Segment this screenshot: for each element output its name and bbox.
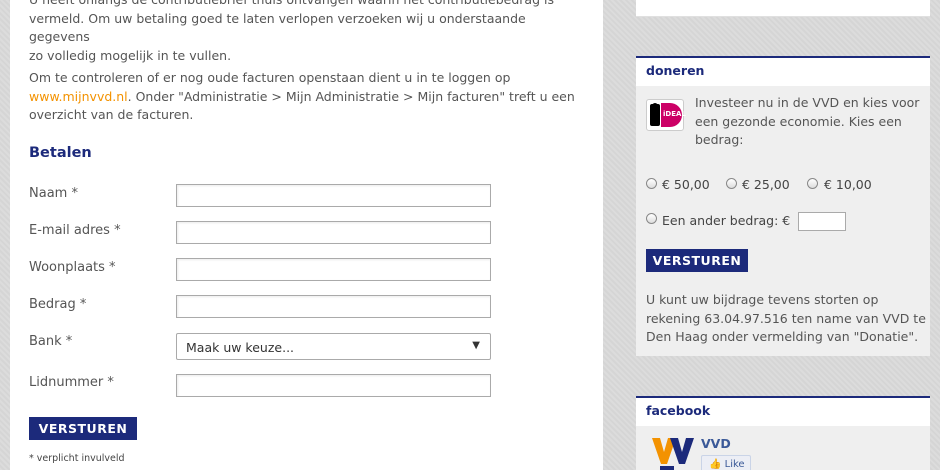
amount-label: Bedrag * [29,297,87,312]
donation-note-line: Den Haag onder vermelding van "Donatie". [646,329,919,344]
chevron-down-icon: ▼ [472,340,480,351]
intro-line: U heeft onlangs de contributiebrief thui… [29,0,589,10]
radio-25-label: € 25,00 [742,177,790,192]
name-label: Naam * [29,186,78,201]
sidebar-top-box [636,0,930,17]
form-title: Betalen [29,145,92,161]
facebook-like-button[interactable]: 👍 Like [701,455,751,470]
email-label: E-mail adres * [29,223,121,238]
ideal-dot [652,103,658,109]
donation-note-line: rekening 63.04.97.516 ten name van VVD t… [646,310,926,326]
donation-note-line: U kunt uw bijdrage tevens storten op [646,292,879,307]
intro-text: . Onder "Administratie > Mijn Administra… [127,88,575,104]
doneren-title: doneren [636,56,930,86]
doneren-text-line: Investeer nu in de VVD en kies voor [695,95,920,110]
doneren-box: doneren iDEAL Investeer nu in de VVD en … [636,56,930,356]
member-number-label: Lidnummer * [29,375,114,390]
radio-other-label: Een ander bedrag: € [662,213,791,228]
main-content: U heeft onlangs de contributiebrief thui… [10,0,603,470]
donation-note: U kunt uw bijdrage tevens storten op rek… [646,291,926,347]
intro-line: Om te controleren of er nog oude facture… [29,70,511,85]
like-label: Like [724,459,745,470]
donate-submit-button[interactable]: VERSTUREN [646,249,748,272]
ideal-logo: iDEAL [646,99,686,131]
facebook-page-name[interactable]: VVD [701,436,731,451]
doneren-text-line: een gezonde economie. Kies een [695,113,902,129]
submit-button[interactable]: VERSTUREN [29,417,137,440]
doneren-text-line: bedrag: [695,132,744,147]
required-footnote: * verplicht invulveld [29,453,125,464]
radio-50[interactable] [646,178,657,189]
bank-label: Bank * [29,334,73,349]
intro-paragraph: U heeft onlangs de contributiebrief thui… [29,0,589,65]
member-number-input[interactable] [176,374,491,397]
email-input[interactable] [176,221,491,244]
intro-line: overzicht van de facturen. [29,107,194,122]
doneren-text: Investeer nu in de VVD en kies voor een … [695,94,925,150]
facebook-title: facebook [636,396,930,426]
bank-select[interactable]: Maak uw keuze... ▼ [176,333,491,360]
login-paragraph: Om te controleren of er nog oude facture… [29,69,589,125]
intro-line: vermeld. Om uw betaling goed te laten ve… [29,10,526,45]
other-amount-input[interactable] [798,212,846,231]
intro-line: www.mijnvvd.nl. Onder "Administratie > M… [29,88,589,107]
thumbs-up-icon: 👍 [709,459,722,470]
name-input[interactable] [176,184,491,207]
vvd-logo-icon [650,434,694,470]
radio-25[interactable] [726,178,737,189]
facebook-box: facebook VVD 👍 Like [636,396,930,470]
radio-10[interactable] [807,178,818,189]
city-input[interactable] [176,258,491,281]
mijnvvd-link[interactable]: www.mijnvvd.nl [29,89,128,104]
radio-10-label: € 10,00 [824,177,872,192]
city-label: Woonplaats * [29,260,116,275]
radio-50-label: € 50,00 [662,177,710,192]
ideal-d-shape: iDEAL [661,103,686,127]
radio-other[interactable] [646,213,657,224]
bank-selected-value: Maak uw keuze... [186,340,295,355]
amount-input[interactable] [176,295,491,318]
intro-line: zo volledig mogelijk in te vullen. [29,47,232,63]
